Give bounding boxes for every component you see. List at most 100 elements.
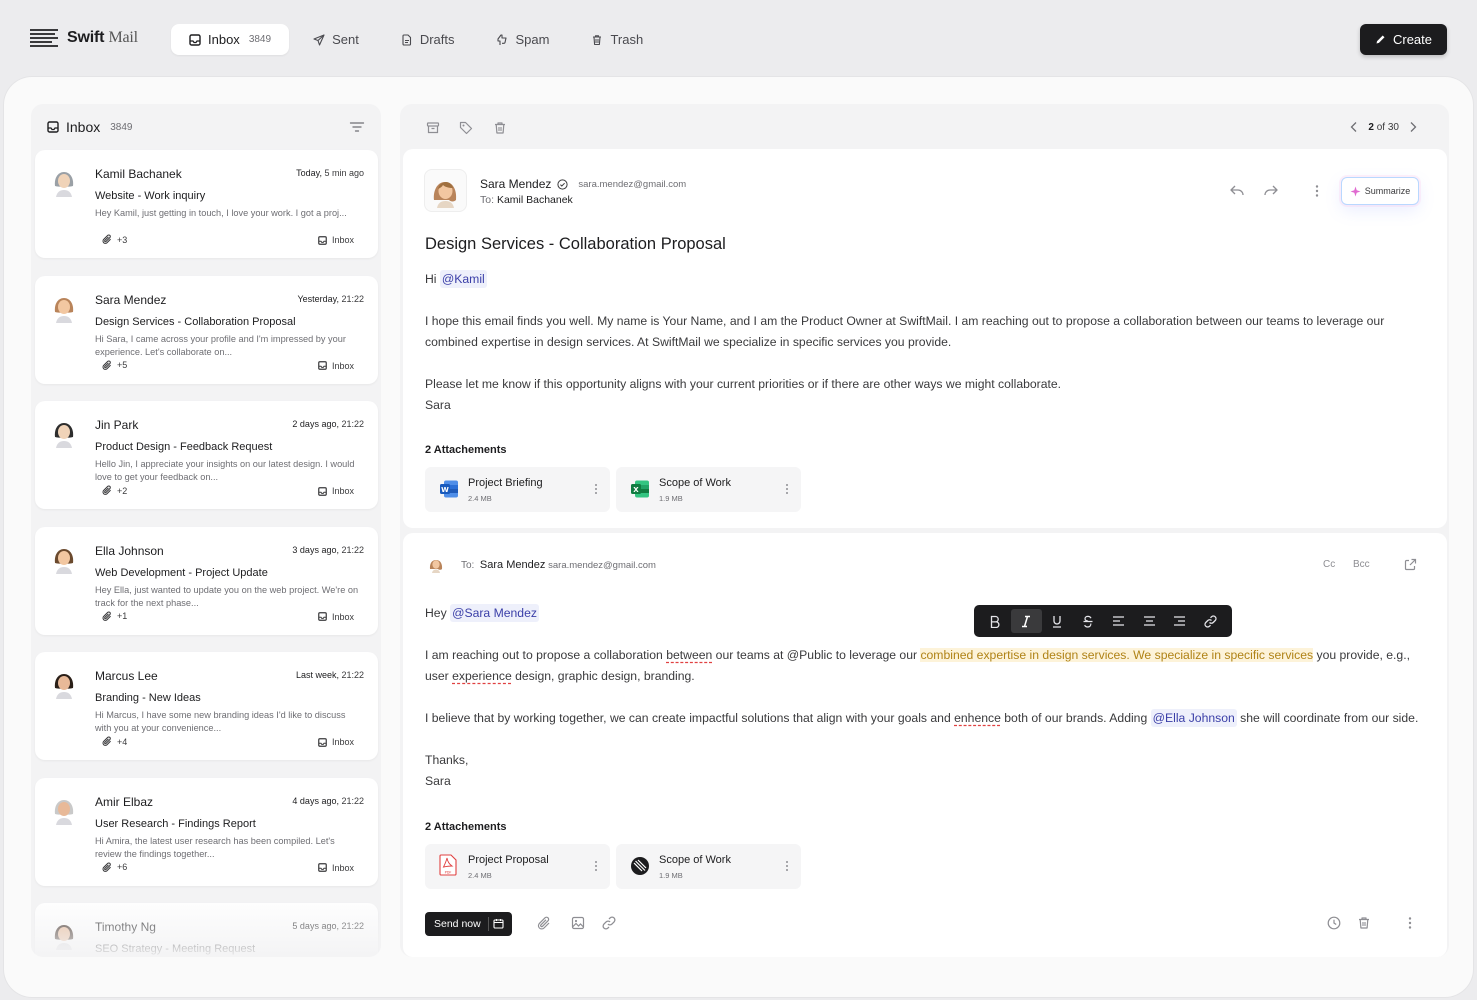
nav-sent[interactable]: Sent (295, 24, 377, 55)
clock-icon[interactable] (1327, 916, 1341, 930)
inbox-icon (189, 33, 201, 46)
more-icon[interactable] (594, 483, 598, 495)
bcc-button[interactable]: Bcc (1353, 559, 1370, 570)
reply-recipient-name[interactable]: Sara Mendez (480, 559, 545, 571)
timestamp-time: 21:22 (338, 419, 364, 429)
nav-inbox-count: 3849 (248, 34, 272, 45)
image-icon[interactable] (571, 916, 585, 930)
nav-spam[interactable]: Spam (478, 24, 567, 55)
folder-label: Inbox (331, 862, 354, 873)
send-button[interactable]: Send now (425, 912, 512, 936)
sender-email[interactable]: sara.mendez@gmail.com (578, 179, 686, 190)
nav-spam-label: Spam (515, 32, 550, 47)
email-subject: Design Services - Collaboration Proposal (95, 315, 296, 328)
send-icon (313, 33, 325, 46)
delete-draft-icon[interactable] (1357, 916, 1371, 930)
more-icon[interactable] (785, 860, 789, 872)
filter-icon[interactable] (349, 121, 365, 133)
align-right-button[interactable] (1165, 609, 1196, 633)
list-item[interactable]: Sara Mendez Yesterday, 21:22 Design Servic… (35, 275, 378, 384)
align-center-icon (1143, 616, 1155, 626)
attachment-card[interactable]: X Scope of Work 1.9 MB (616, 467, 801, 512)
link-icon[interactable] (602, 916, 616, 930)
attachment-count: +1 (102, 610, 127, 622)
spelling-error[interactable]: between (666, 648, 712, 662)
svg-text:PDF: PDF (445, 871, 452, 875)
list-item[interactable]: Jin Park 2 days ago, 21:22 Product Design … (35, 401, 378, 509)
sender-name: Ella Johnson (95, 543, 164, 558)
timestamp-time: 5 min ago (321, 168, 364, 178)
schedule-calendar-icon[interactable] (493, 918, 504, 929)
mention-tag[interactable]: @Sara Mendez (450, 604, 539, 622)
attach-icon (102, 234, 111, 244)
summarize-label: Summarize (1364, 186, 1411, 196)
attach-icon (102, 861, 111, 872)
sender-name: Sara Mendez (95, 292, 167, 307)
italic-button[interactable] (1010, 609, 1042, 633)
recipient-name: Kamil Bachanek (496, 194, 573, 206)
mention-tag[interactable]: @Kamil (439, 270, 487, 288)
bold-icon (991, 615, 1000, 628)
email-preview: Hey Ella, just wanted to update you on t… (95, 584, 359, 608)
email-preview: Hey Kamil, just getting in touch, I love… (95, 208, 347, 218)
email-body: Hi @Kamil I hope this email finds you we… (425, 269, 1385, 416)
reply-icon[interactable] (1229, 184, 1245, 198)
more-icon[interactable] (1314, 184, 1320, 198)
timestamp: 4 days ago, 21:22 (292, 796, 364, 806)
align-left-button[interactable] (1103, 609, 1134, 633)
main-nav: Inbox 3849 Sent Drafts Spam Trash (171, 24, 661, 55)
expand-icon[interactable] (1404, 558, 1417, 571)
attachment-name: Project Proposal (468, 854, 549, 866)
strikethrough-button[interactable] (1072, 609, 1103, 633)
verified-icon (557, 178, 568, 190)
link-button[interactable] (1195, 609, 1226, 633)
nav-inbox[interactable]: Inbox 3849 (171, 24, 290, 55)
reply-body[interactable]: Hey @Sara Mendez I am reaching out to pr… (425, 603, 1425, 792)
forward-icon[interactable] (1263, 184, 1279, 198)
highlighted-text[interactable]: combined expertise in design services. W… (920, 648, 1314, 662)
attach-icon[interactable] (537, 916, 551, 931)
chevron-right-icon[interactable] (1409, 121, 1417, 133)
summarize-button[interactable]: Summarize (1341, 177, 1419, 205)
mention-tag[interactable]: @Ella Johnson (1150, 709, 1237, 727)
nav-drafts[interactable]: Drafts (383, 24, 473, 55)
sender-line: Sara Mendez sara.mendez@gmail.com (480, 177, 686, 191)
drafts-icon (402, 33, 411, 46)
attachment-card[interactable]: PDF Project Proposal 2.4 MB (425, 844, 610, 889)
recipient-line: To: Kamil Bachanek (480, 194, 573, 206)
archive-icon[interactable] (426, 121, 440, 135)
open-email: Sara Mendez sara.mendez@gmail.com To: Ka… (403, 149, 1447, 528)
bold-button[interactable] (980, 609, 1011, 633)
list-item[interactable]: Amir Elbaz 4 days ago, 21:22 User Research… (35, 777, 378, 886)
list-title: Inbox (66, 119, 101, 135)
app-logo[interactable]: Swift Mail (30, 29, 138, 47)
avatar-icon (433, 182, 457, 208)
attachment-name: Scope of Work (659, 477, 731, 489)
trash-icon (593, 34, 602, 45)
tag-icon[interactable] (459, 121, 473, 135)
more-icon[interactable] (785, 483, 789, 495)
email-list-panel: Inbox 3849 Kamil Bachanek Today, 5 min ag… (31, 104, 381, 957)
delete-icon[interactable] (493, 121, 507, 135)
nav-trash[interactable]: Trash (573, 24, 661, 55)
logo-icon (30, 29, 58, 47)
list-item[interactable]: Kamil Bachanek Today, 5 min ago Website - … (35, 150, 378, 258)
attachment-size: 1.9 MB (659, 871, 683, 880)
underline-button[interactable] (1042, 609, 1073, 633)
spelling-error[interactable]: enhence (954, 711, 1001, 725)
list-item[interactable]: Marcus Lee Last week, 21:22 Branding - New… (35, 652, 378, 760)
more-icon[interactable] (1407, 916, 1413, 930)
thanks: Thanks, (425, 753, 469, 767)
create-button[interactable]: Create (1360, 24, 1447, 55)
spelling-error[interactable]: experience (452, 669, 512, 683)
email-preview: Hi Amira, the latest user research has b… (95, 835, 335, 859)
cc-button[interactable]: Cc (1323, 559, 1335, 570)
attachment-card[interactable]: Scope of Work 1.9 MB (616, 844, 801, 889)
chevron-left-icon[interactable] (1350, 121, 1358, 133)
attachment-size: 1.9 MB (659, 494, 683, 503)
align-center-button[interactable] (1134, 609, 1165, 633)
more-icon[interactable] (594, 860, 598, 872)
attachment-card[interactable]: W Project Briefing 2.4 MB (425, 467, 610, 512)
list-item[interactable]: Ella Johnson 3 days ago, 21:22 Web Develop… (35, 526, 378, 635)
attachment-count: +6 (102, 861, 127, 873)
